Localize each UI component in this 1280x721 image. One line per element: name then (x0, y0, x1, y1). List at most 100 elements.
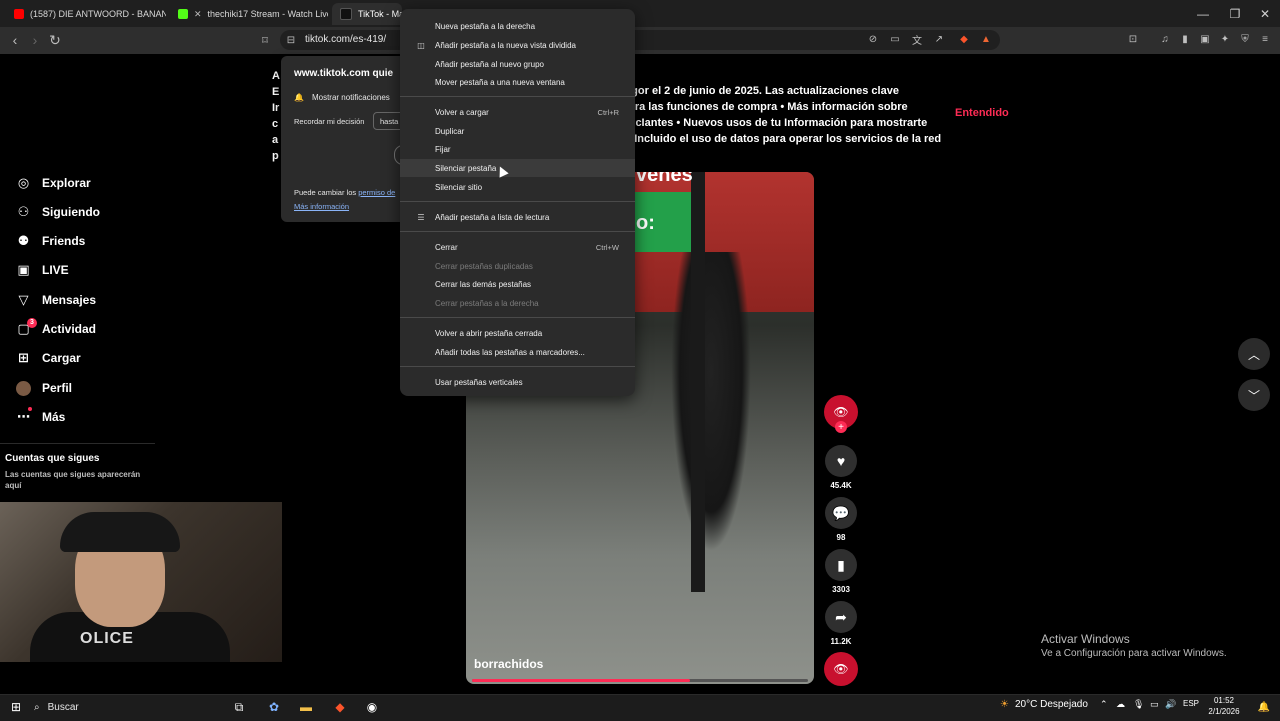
bell-icon: 🔔 (294, 93, 304, 102)
video-caption[interactable]: borrachidos (474, 657, 543, 671)
minimize-button[interactable]: — (1186, 0, 1220, 27)
volume-icon[interactable]: 🔊 (1165, 699, 1176, 710)
menu-item-duplicate[interactable]: Duplicar (400, 122, 635, 140)
menu-separator (400, 231, 635, 232)
save-button[interactable]: ▮ (825, 549, 857, 581)
sidebar-icon[interactable]: ▮ (1178, 32, 1192, 46)
menu-item-reading-list[interactable]: ☰ Añadir pestaña a lista de lectura (400, 208, 635, 226)
sidebar-item-siguiendo[interactable]: ⚇ Siguiendo (15, 201, 100, 223)
sidebar-item-mas[interactable]: ⋯ Más (15, 406, 65, 428)
sidebar-item-explorar[interactable]: ◎ Explorar (15, 172, 91, 194)
site-info-icon[interactable]: ⊟ (284, 33, 298, 47)
translate-icon[interactable]: 文 (910, 32, 924, 47)
next-video-button[interactable]: ﹀ (1238, 379, 1270, 411)
language-indicator[interactable]: ESP (1183, 699, 1199, 708)
like-button[interactable]: ♥ (825, 445, 857, 477)
reload-button[interactable]: ↻ (46, 31, 64, 49)
menu-item-reopen-closed[interactable]: Volver a abrir pestaña cerrada (400, 324, 635, 342)
share-icon[interactable]: ↗ (932, 32, 946, 46)
file-explorer-icon[interactable]: ▬ (296, 698, 316, 716)
sidebar-item-actividad[interactable]: ▢ 3 Actividad (15, 317, 96, 340)
previous-video-button[interactable]: ︿ (1238, 338, 1270, 370)
wallet-icon[interactable]: ▣ (1198, 32, 1212, 46)
menu-item-split-view[interactable]: ◫ Añadir pestaña a la nueva vista dividid… (400, 36, 635, 54)
friends-icon: ⚉ (17, 233, 30, 248)
save-count: 3303 (832, 585, 850, 594)
notification-blocked-icon[interactable]: ⊘ (866, 32, 880, 46)
chevron-down-icon: ﹀ (1247, 388, 1260, 403)
display-icon[interactable]: ▭ (1150, 699, 1159, 710)
dismiss-notice-button[interactable]: Entendido (955, 107, 1009, 119)
bookmark-icon[interactable]: ⌑ (256, 31, 274, 49)
following-subtext: Las cuentas que sigues aparecerán aquí (5, 470, 141, 490)
menu-item-vertical-tabs[interactable]: Usar pestañas verticales (400, 373, 635, 391)
menu-item-pin[interactable]: Fijar (400, 140, 635, 158)
forward-button[interactable]: › (26, 31, 44, 49)
comment-button[interactable]: 💬 (825, 497, 857, 529)
brave-browser-icon[interactable]: ◆ (330, 698, 350, 716)
menu-icon[interactable]: ≡ (1258, 32, 1272, 46)
more-icon: ⋯ (15, 406, 32, 426)
taskbar-clock[interactable]: 01:52 2/1/2026 (1204, 695, 1244, 717)
url-text[interactable]: tiktok.com/es-419/ (305, 34, 386, 45)
close-window-button[interactable]: ✕ (1248, 0, 1280, 27)
restore-button[interactable]: ❐ (1218, 0, 1252, 27)
notification-permission-popup (281, 56, 411, 222)
permission-site: www.tiktok.com quie (294, 68, 394, 79)
tab-kick[interactable]: ✕ thechiki17 Stream - Watch Live o (170, 3, 328, 25)
menu-item-mute-tab[interactable]: Silenciar pestaña (400, 159, 635, 177)
comment-icon: 💬 (832, 504, 850, 521)
microphone-icon[interactable]: 🎙 (1133, 699, 1144, 710)
split-view-icon: ◫ (417, 40, 425, 50)
share-button[interactable]: ➦ (825, 601, 857, 633)
task-view-icon[interactable]: ⧉ (229, 698, 249, 716)
weather-widget[interactable]: ☀ 20°C Despejado (1000, 699, 1088, 710)
messages-icon: ▽ (18, 292, 29, 307)
menu-item-move-window[interactable]: Mover pestaña a una nueva ventana (400, 73, 635, 91)
menu-item-bookmark-all[interactable]: Añadir todas las pestañas a marcadores..… (400, 343, 635, 361)
tab-label: TikTok - Ma (358, 9, 402, 19)
copilot-icon[interactable]: ✿ (264, 698, 284, 716)
activate-windows-subtitle: Ve a Configuración para activar Windows. (1041, 648, 1227, 659)
tab-youtube[interactable]: (1587) DIE ANTWOORD - BANANA B (6, 3, 166, 25)
privacy-notice: vigor el 2 de junio de 2025. Las actuali… (622, 85, 942, 145)
menu-item-new-tab-right[interactable]: Nueva pestaña a la derecha (400, 17, 635, 35)
sidebar-item-cargar[interactable]: ⊞ Cargar (15, 347, 81, 369)
tray-chevron-icon[interactable]: ⌃ (1100, 699, 1108, 710)
menu-separator (400, 317, 635, 318)
permission-settings-link[interactable]: permiso de (358, 188, 395, 197)
menu-item-close[interactable]: Cerrar Ctrl+W (400, 238, 635, 256)
media-icon[interactable]: ♫ (1158, 32, 1172, 46)
share-count: 11.2K (830, 637, 852, 646)
sidebar-item-perfil[interactable]: Perfil (15, 377, 72, 399)
windows-start-icon[interactable]: ⊞ (6, 698, 26, 716)
sidebar-item-mensajes[interactable]: ▽ Mensajes (15, 289, 97, 311)
menu-item-new-group[interactable]: Añadir pestaña al nuevo grupo (400, 55, 635, 73)
obs-icon[interactable]: ◉ (362, 698, 382, 716)
sidebar-item-live[interactable]: ▣ LIVE (15, 259, 68, 281)
music-disc-avatar[interactable]: 👁 (824, 652, 858, 686)
cast-icon[interactable]: ▭ (888, 32, 902, 46)
leo-ai-icon[interactable]: ✦ (1218, 32, 1232, 46)
brave-shields-icon[interactable]: ◆ (957, 32, 971, 46)
activate-windows-title: Activar Windows (1041, 632, 1130, 646)
follow-plus-icon[interactable]: + (835, 421, 847, 433)
activity-icon: ▢ 3 (15, 317, 37, 338)
sidebar-item-friends[interactable]: ⚉ Friends (15, 230, 86, 252)
brave-rewards-icon[interactable]: ▲ (979, 32, 993, 46)
back-button[interactable]: ‹ (6, 31, 24, 49)
more-info-link[interactable]: Más información (294, 202, 349, 211)
tab-label: thechiki17 Stream - Watch Live o (207, 9, 328, 19)
menu-item-reload[interactable]: Volver a cargar Ctrl+R (400, 103, 635, 121)
network-icon[interactable]: ☁ (1116, 699, 1125, 710)
vpn-icon[interactable]: ⛨ (1238, 32, 1252, 46)
video-overlay-text-1: venes (636, 172, 693, 186)
kick-icon (178, 9, 188, 19)
tab-tiktok[interactable]: TikTok - Ma (332, 3, 402, 25)
taskbar-search[interactable]: ⌕ Buscar (34, 697, 224, 717)
screenshot-icon[interactable]: ⊡ (1126, 32, 1140, 46)
menu-item-mute-site[interactable]: Silenciar sitio (400, 178, 635, 196)
menu-item-close-others[interactable]: Cerrar las demás pestañas (400, 275, 635, 293)
notifications-icon[interactable]: 🔔 (1254, 698, 1274, 716)
webcam-overlay: OLICE (0, 502, 282, 662)
